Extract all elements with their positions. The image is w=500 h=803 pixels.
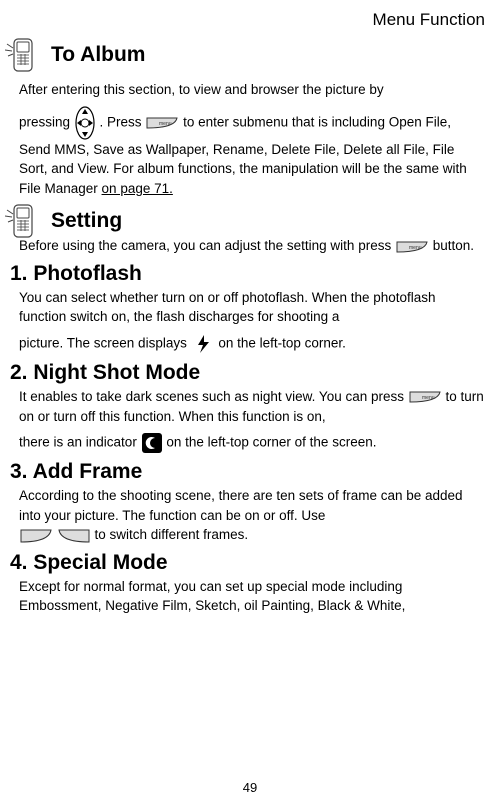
text: Before using the camera, you can adjust … bbox=[19, 238, 395, 253]
menu-key-icon: menu bbox=[145, 116, 179, 130]
header-right: Menu Function bbox=[15, 10, 485, 30]
setting-title: Setting bbox=[51, 209, 122, 233]
text: . Press bbox=[100, 114, 146, 129]
night-indicator-icon bbox=[141, 432, 163, 454]
photoflash-para-b: picture. The screen displays on the left… bbox=[15, 333, 485, 355]
menu-key-icon: menu bbox=[408, 390, 442, 404]
left-key-icon bbox=[19, 528, 53, 544]
right-key-icon bbox=[57, 528, 91, 544]
svg-text:menu: menu bbox=[409, 245, 422, 251]
nightshot-para-a: It enables to take dark scenes such as n… bbox=[15, 387, 485, 426]
svg-text:menu: menu bbox=[159, 121, 172, 127]
text: It enables to take dark scenes such as n… bbox=[19, 389, 408, 404]
addframe-title: 3. Add Frame bbox=[10, 460, 485, 484]
text: According to the shooting scene, there a… bbox=[19, 488, 463, 523]
nightshot-para-b: there is an indicator on the left-top co… bbox=[15, 432, 485, 454]
menu-key-icon: menu bbox=[395, 240, 429, 254]
text: on the left-top corner. bbox=[218, 336, 346, 351]
text: on the left-top corner of the screen. bbox=[166, 435, 376, 450]
photoflash-title: 1. Photoflash bbox=[10, 262, 485, 286]
text: to switch different frames. bbox=[95, 527, 249, 542]
svg-text:menu: menu bbox=[422, 395, 435, 401]
phone-icon bbox=[5, 204, 45, 238]
page: Menu Function To Album After entering th… bbox=[0, 0, 500, 803]
to-album-para1: After entering this section, to view and… bbox=[15, 80, 485, 100]
page-71-link[interactable]: on page 71. bbox=[102, 181, 173, 196]
text: picture. The screen displays bbox=[19, 336, 191, 351]
specialmode-para: Except for normal format, you can set up… bbox=[15, 577, 485, 616]
to-album-title: To Album bbox=[51, 43, 145, 67]
flash-icon bbox=[191, 333, 215, 355]
nav-arrows-icon bbox=[74, 106, 96, 140]
text: pressing bbox=[19, 114, 74, 129]
to-album-heading-row: To Album bbox=[5, 38, 485, 72]
to-album-para2: pressing . Press menu to enter submenu t… bbox=[15, 106, 485, 199]
phone-icon bbox=[5, 38, 45, 72]
addframe-para: According to the shooting scene, there a… bbox=[15, 486, 485, 545]
nightshot-title: 2. Night Shot Mode bbox=[10, 361, 485, 385]
specialmode-title: 4. Special Mode bbox=[10, 551, 485, 575]
photoflash-para-a: You can select whether turn on or off ph… bbox=[15, 288, 485, 327]
text: there is an indicator bbox=[19, 435, 141, 450]
page-number: 49 bbox=[0, 780, 500, 795]
setting-heading-row: Setting bbox=[5, 204, 485, 238]
text: button. bbox=[433, 238, 474, 253]
setting-para: Before using the camera, you can adjust … bbox=[15, 236, 485, 256]
